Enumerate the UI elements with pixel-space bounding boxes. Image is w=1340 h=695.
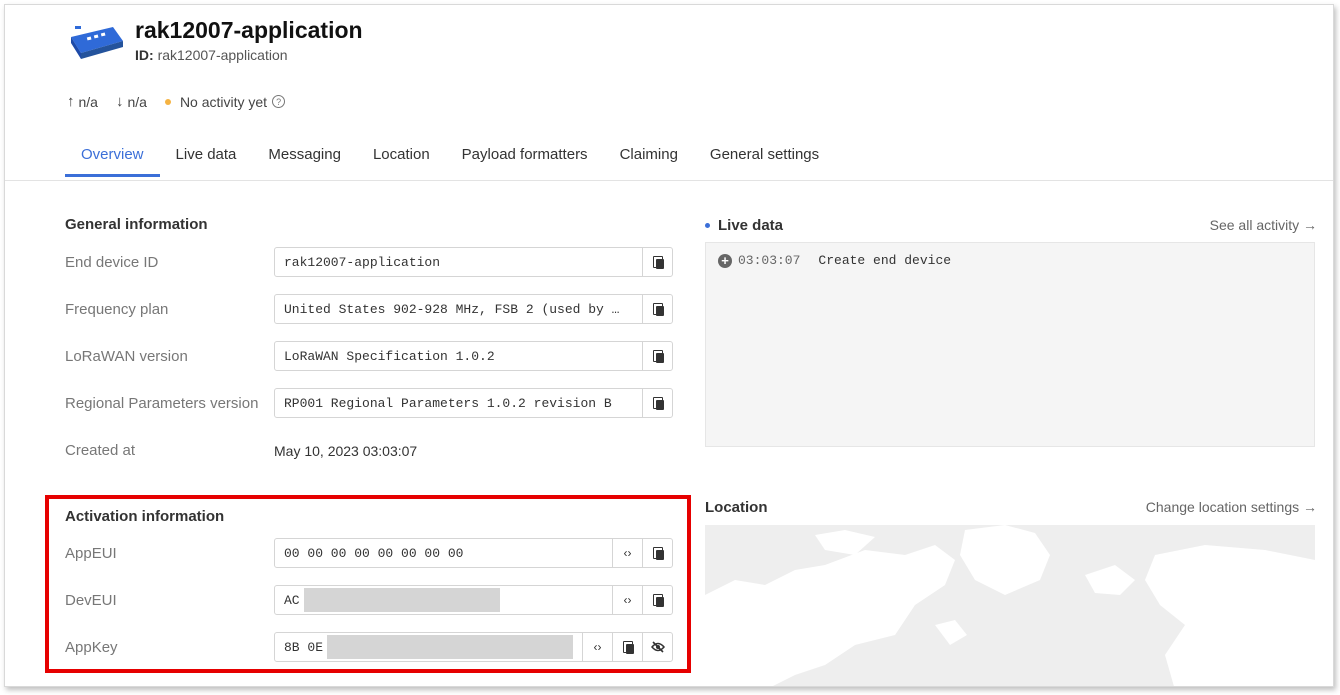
appkey-label: AppKey xyxy=(65,639,118,656)
created-at-label: Created at xyxy=(65,442,136,459)
uplink-count: n/a xyxy=(78,93,98,110)
appeui-value[interactable]: 00 00 00 00 00 00 00 00 xyxy=(275,539,612,567)
location-map[interactable] xyxy=(705,525,1315,686)
live-data-title: Live data xyxy=(718,217,784,234)
downlink-count: n/a xyxy=(127,93,147,110)
created-at-value: May 10, 2023 03:03:07 xyxy=(274,443,418,459)
regional-params-value[interactable]: RP001 Regional Parameters 1.0.2 revision… xyxy=(275,389,642,417)
redaction-block xyxy=(327,635,573,659)
tab-bar: Overview Live data Messaging Location Pa… xyxy=(65,135,835,177)
code-icon: ‹› xyxy=(593,640,602,654)
end-device-icon xyxy=(71,26,123,59)
tab-messaging[interactable]: Messaging xyxy=(252,135,357,177)
id-label: ID: xyxy=(135,47,154,63)
tab-overview[interactable]: Overview xyxy=(65,135,160,177)
location-heading: Location xyxy=(705,499,768,516)
appeui-label: AppEUI xyxy=(65,545,117,562)
code-icon: ‹› xyxy=(623,546,632,560)
change-location-link[interactable]: Change location settings → xyxy=(1146,499,1317,515)
end-device-id-field: rak12007-application xyxy=(274,247,673,277)
id-value: rak12007-application xyxy=(157,47,288,63)
live-dot-icon xyxy=(705,223,710,228)
appkey-field: 8B 0E ‹› xyxy=(274,632,673,662)
deveui-prefix: AC xyxy=(284,592,300,608)
general-info-heading: General information xyxy=(65,216,208,233)
event-time: 03:03:07 xyxy=(738,253,801,268)
status-dot-icon xyxy=(164,98,171,105)
activity-status: No activity yet ? xyxy=(164,93,286,110)
copy-button[interactable] xyxy=(642,248,672,276)
device-id-line: ID: rak12007-application xyxy=(135,47,288,63)
world-map-image xyxy=(705,525,1315,686)
downlink-stat: ↓ n/a xyxy=(116,93,147,110)
copy-icon xyxy=(652,350,664,363)
see-all-activity-link[interactable]: See all activity → xyxy=(1210,217,1317,233)
copy-icon xyxy=(622,641,634,654)
tab-location[interactable]: Location xyxy=(357,135,446,177)
copy-button[interactable] xyxy=(642,389,672,417)
frequency-plan-field: United States 902-928 MHz, FSB 2 (used b… xyxy=(274,294,673,324)
regional-params-field: RP001 Regional Parameters 1.0.2 revision… xyxy=(274,388,673,418)
copy-button[interactable] xyxy=(642,586,672,614)
live-data-panel: + 03:03:07 Create end device xyxy=(705,242,1315,447)
eye-off-icon xyxy=(650,641,665,653)
deveui-value[interactable]: AC xyxy=(275,586,612,614)
copy-button[interactable] xyxy=(642,295,672,323)
live-data-heading: Live data xyxy=(705,217,783,234)
app-window: rak12007-application ID: rak12007-applic… xyxy=(4,4,1334,687)
device-stats: ↑ n/a ↓ n/a No activity yet ? xyxy=(67,93,303,110)
code-icon: ‹› xyxy=(623,593,632,607)
uplink-stat: ↑ n/a xyxy=(67,93,98,110)
redaction-block xyxy=(303,588,500,612)
lorawan-version-label: LoRaWAN version xyxy=(65,348,188,365)
end-device-id-label: End device ID xyxy=(65,254,159,271)
toggle-format-button[interactable]: ‹› xyxy=(582,633,612,661)
toggle-format-button[interactable]: ‹› xyxy=(612,539,642,567)
appkey-value[interactable]: 8B 0E xyxy=(275,633,582,661)
help-icon[interactable]: ? xyxy=(272,95,286,108)
activity-text: No activity yet xyxy=(179,93,268,110)
activation-info-heading: Activation information xyxy=(65,508,225,525)
tab-general-settings[interactable]: General settings xyxy=(694,135,835,177)
arrow-up-icon: ↑ xyxy=(67,93,75,110)
copy-button[interactable] xyxy=(612,633,642,661)
tab-claiming[interactable]: Claiming xyxy=(604,135,694,177)
page-title: rak12007-application xyxy=(135,17,363,43)
toggle-format-button[interactable]: ‹› xyxy=(612,586,642,614)
deveui-field: AC ‹› xyxy=(274,585,673,615)
appkey-prefix: 8B 0E xyxy=(284,639,324,655)
tab-divider xyxy=(5,180,1333,181)
copy-icon xyxy=(652,594,664,607)
copy-button[interactable] xyxy=(642,342,672,370)
copy-icon xyxy=(652,303,664,316)
copy-icon xyxy=(652,256,664,269)
plus-icon: + xyxy=(718,253,732,268)
copy-button[interactable] xyxy=(642,539,672,567)
arrow-down-icon: ↓ xyxy=(115,93,124,110)
regional-params-label: Regional Parameters version xyxy=(65,395,259,412)
frequency-plan-label: Frequency plan xyxy=(65,301,169,318)
end-device-id-value[interactable]: rak12007-application xyxy=(275,248,642,276)
hide-value-button[interactable] xyxy=(642,633,672,661)
event-text: Create end device xyxy=(818,253,952,268)
copy-icon xyxy=(652,397,664,410)
frequency-plan-value[interactable]: United States 902-928 MHz, FSB 2 (used b… xyxy=(275,295,642,323)
deveui-label: DevEUI xyxy=(65,592,117,609)
lorawan-version-value[interactable]: LoRaWAN Specification 1.0.2 xyxy=(275,342,642,370)
tab-live-data[interactable]: Live data xyxy=(160,135,253,177)
appeui-field: 00 00 00 00 00 00 00 00 ‹› xyxy=(274,538,673,568)
lorawan-version-field: LoRaWAN Specification 1.0.2 xyxy=(274,341,673,371)
tab-payload-formatters[interactable]: Payload formatters xyxy=(446,135,604,177)
copy-icon xyxy=(652,547,664,560)
event-row[interactable]: + 03:03:07 Create end device xyxy=(718,253,951,268)
